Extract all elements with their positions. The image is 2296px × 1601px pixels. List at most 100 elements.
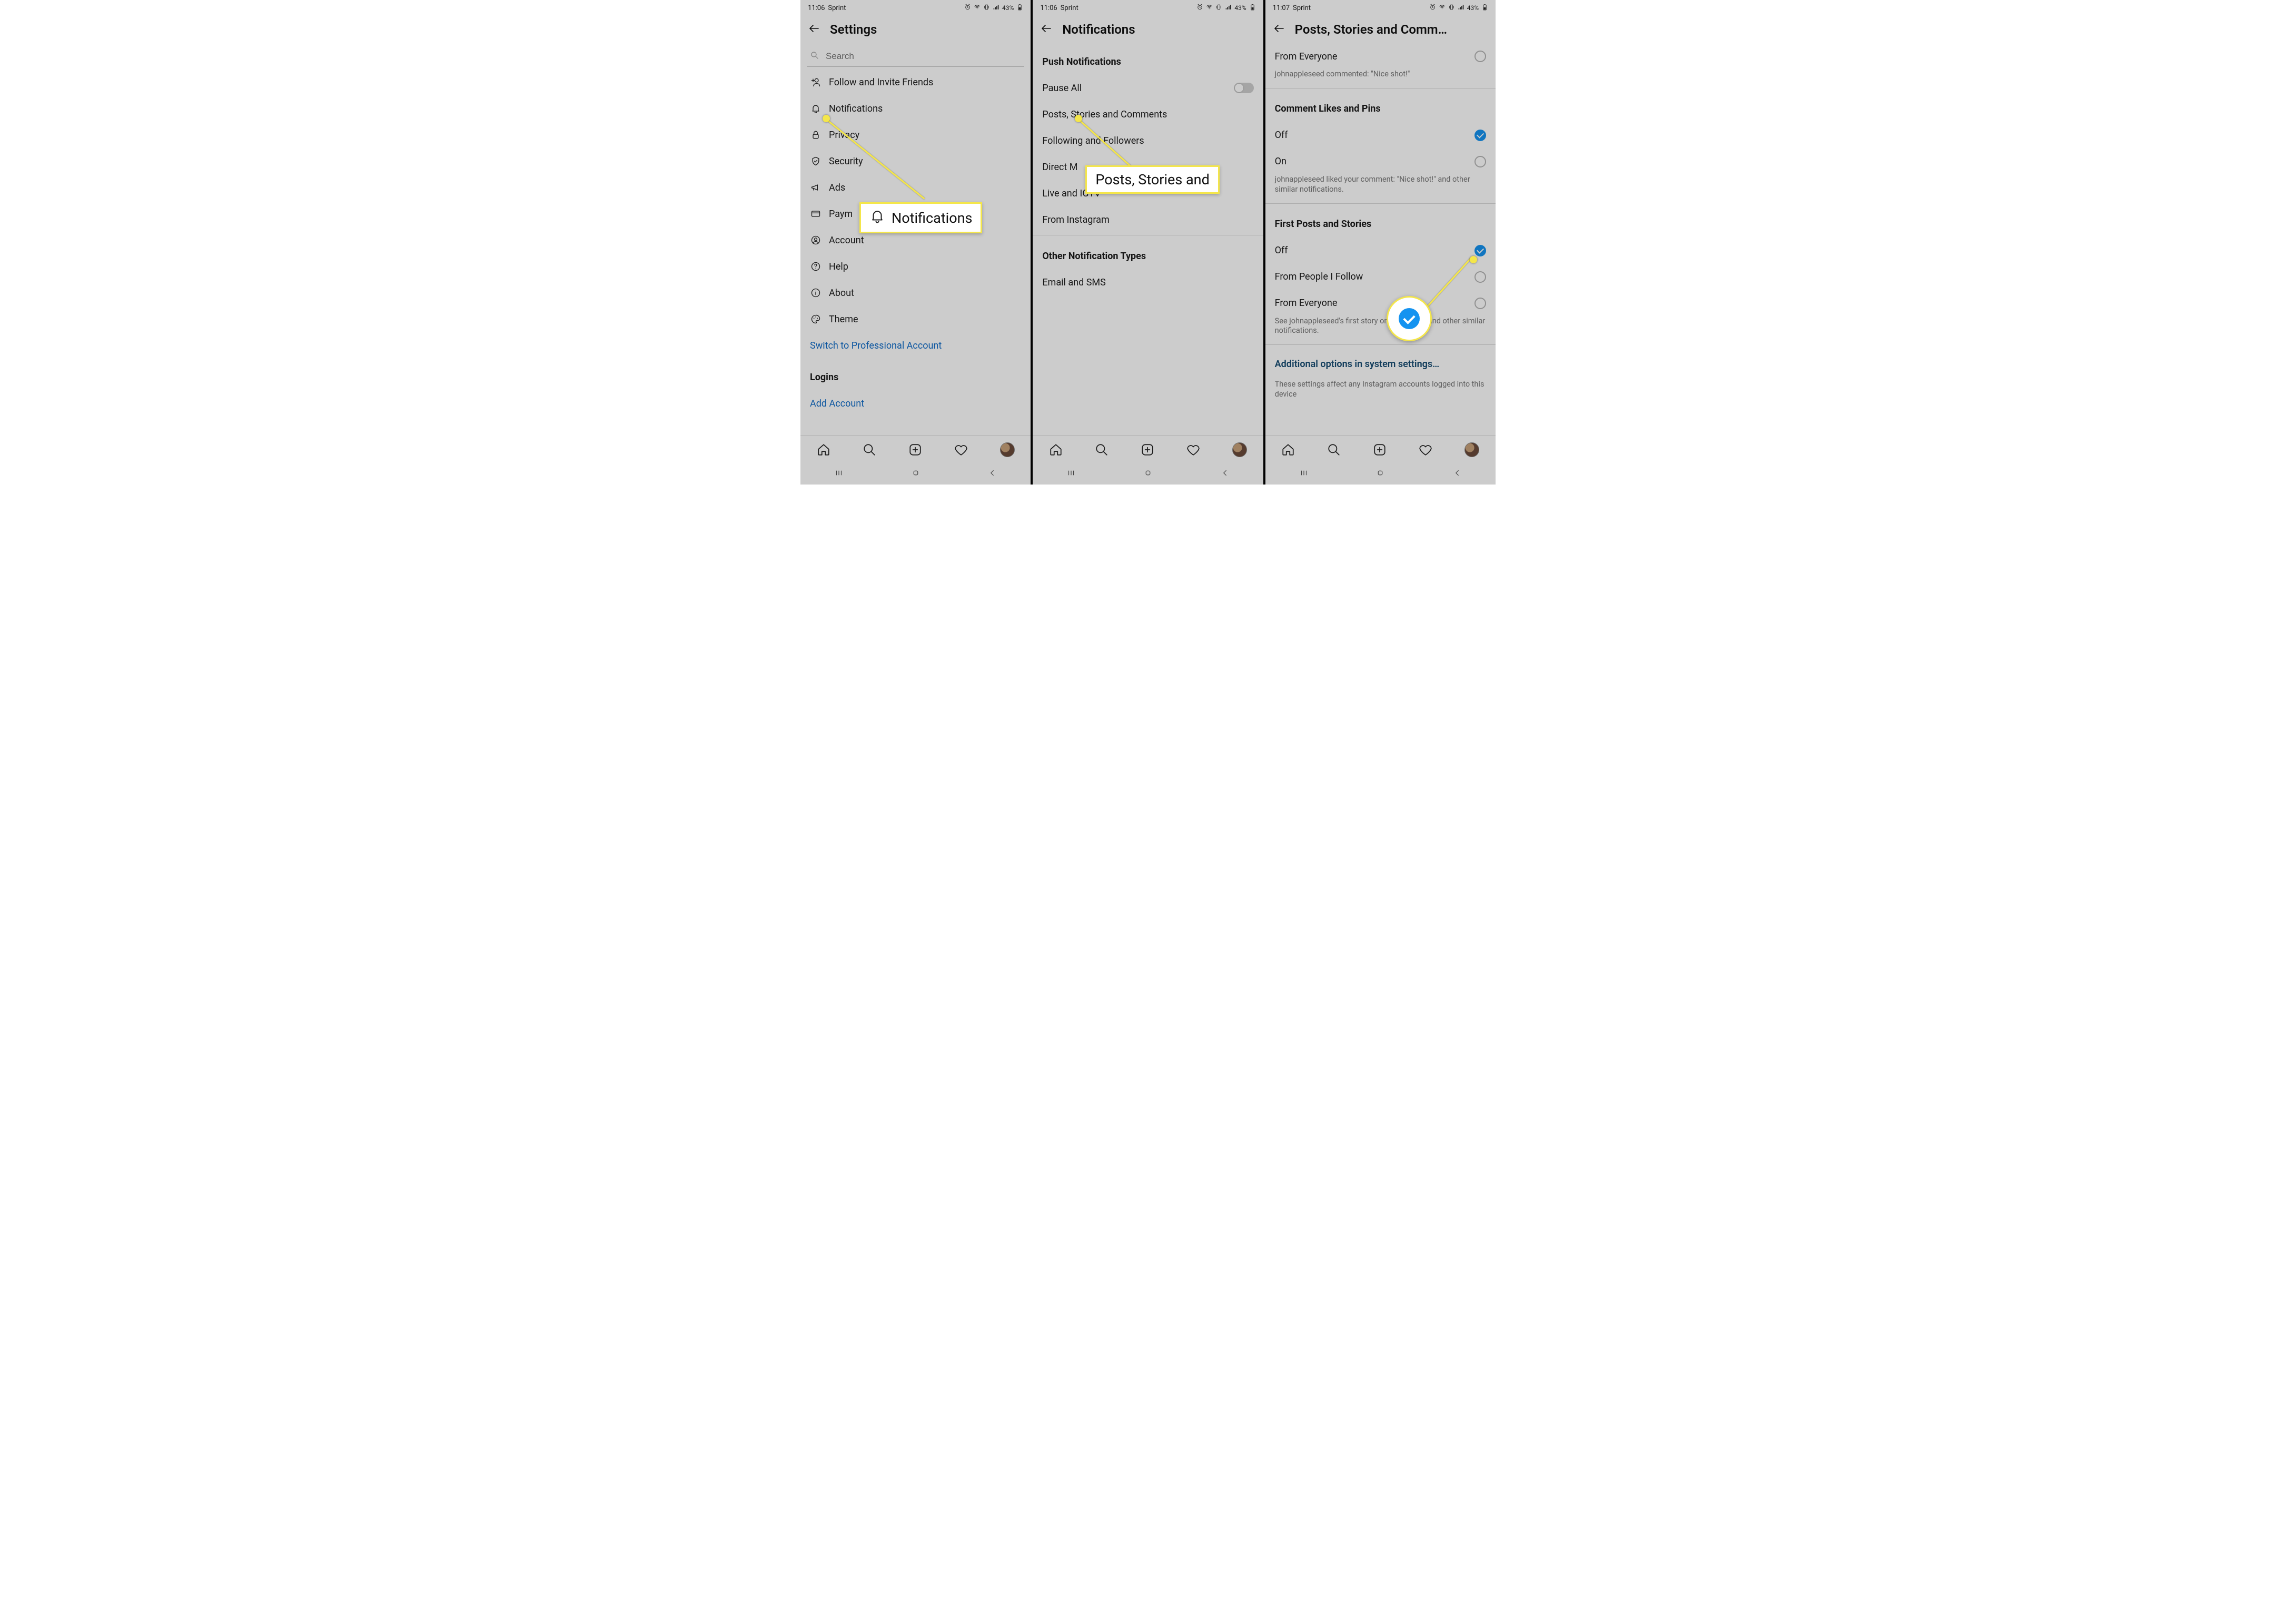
vibrate-icon <box>983 4 990 12</box>
nav-home-icon[interactable] <box>911 468 921 480</box>
nav-recents-icon[interactable] <box>1299 468 1309 480</box>
example-first-story: See johnappleseed's first story on Insta… <box>1265 317 1496 343</box>
switch-professional-link[interactable]: Switch to Professional Account <box>800 332 1031 359</box>
status-time: 11:06 <box>808 4 825 12</box>
example-comment: johnappleseed commented: "Nice shot!" <box>1265 70 1496 86</box>
card-icon <box>810 209 822 219</box>
tab-home-icon[interactable] <box>1281 443 1295 457</box>
page-title: Posts, Stories and Comm… <box>1295 22 1447 37</box>
settings-item-account[interactable]: Account <box>800 227 1031 253</box>
screen-1-settings: 11:06 Sprint 43% Settings <box>800 0 1031 485</box>
lock-icon <box>810 130 822 140</box>
radio-unchecked[interactable] <box>1474 298 1486 309</box>
nav-recents-icon[interactable] <box>1066 468 1076 480</box>
option-from-everyone-top[interactable]: From Everyone <box>1265 43 1496 70</box>
tab-home-icon[interactable] <box>1049 443 1063 457</box>
settings-item-notifications[interactable]: Notifications <box>800 95 1031 122</box>
nav-back-icon[interactable] <box>1452 468 1462 480</box>
settings-item-follow[interactable]: Follow and Invite Friends <box>800 69 1031 95</box>
tab-profile-avatar[interactable] <box>1464 442 1479 457</box>
search-input[interactable] <box>807 46 1024 67</box>
posts-stories-comments-row[interactable]: Posts, Stories and Comments <box>1033 101 1263 127</box>
back-icon[interactable] <box>808 22 820 37</box>
tab-search-icon[interactable] <box>1327 443 1341 457</box>
from-instagram-row[interactable]: From Instagram <box>1033 206 1263 233</box>
row-label: Email and SMS <box>1042 277 1105 288</box>
posts-stories-scroll[interactable]: From Everyone johnappleseed commented: "… <box>1265 43 1496 436</box>
pause-all-toggle[interactable] <box>1234 83 1254 93</box>
tab-activity-icon[interactable] <box>1419 443 1432 457</box>
tab-new-post-icon[interactable] <box>908 443 922 457</box>
settings-item-theme[interactable]: Theme <box>800 306 1031 332</box>
radio-checked[interactable] <box>1474 130 1486 141</box>
battery-text: 43% <box>1234 4 1246 12</box>
search-field[interactable] <box>825 51 1021 62</box>
row-label: Direct M <box>1042 162 1077 173</box>
wifi-icon <box>974 4 981 12</box>
alarm-icon <box>1196 4 1203 12</box>
back-icon[interactable] <box>1273 22 1285 37</box>
tab-new-post-icon[interactable] <box>1141 443 1154 457</box>
screen-3-posts-stories: 11:07 Sprint 43% Posts, Stories and Comm… <box>1263 0 1496 485</box>
tab-activity-icon[interactable] <box>954 443 968 457</box>
notifications-scroll[interactable]: Push Notifications Pause All Posts, Stor… <box>1033 43 1263 436</box>
tab-profile-avatar[interactable] <box>1000 442 1015 457</box>
person-icon <box>810 235 822 245</box>
additional-options-link[interactable]: Additional options in system settings… <box>1265 347 1496 380</box>
settings-item-help[interactable]: Help <box>800 253 1031 280</box>
nav-home-icon[interactable] <box>1143 468 1153 480</box>
radio-checked[interactable] <box>1474 245 1486 256</box>
option-clp-off[interactable]: Off <box>1265 122 1496 149</box>
tab-home-icon[interactable] <box>817 443 830 457</box>
example-like: johnappleseed liked your comment: "Nice … <box>1265 175 1496 201</box>
direct-messages-row[interactable]: Direct M <box>1033 154 1263 180</box>
row-label: From People I Follow <box>1275 271 1363 282</box>
option-clp-on[interactable]: On <box>1265 149 1496 175</box>
status-carrier: Sprint <box>828 4 846 12</box>
tab-profile-avatar[interactable] <box>1232 442 1247 457</box>
wifi-icon <box>1206 4 1213 12</box>
vibrate-icon <box>1215 4 1222 12</box>
bell-icon <box>810 103 822 114</box>
push-notifications-header: Push Notifications <box>1033 43 1263 75</box>
row-label: Follow and Invite Friends <box>829 77 933 88</box>
status-bar: 11:07 Sprint 43% <box>1265 0 1496 16</box>
screen-2-notifications: 11:06 Sprint 43% Notifications Push Noti… <box>1031 0 1263 485</box>
following-followers-row[interactable]: Following and Followers <box>1033 127 1263 154</box>
nav-back-icon[interactable] <box>987 468 997 480</box>
callout-dot <box>823 115 830 122</box>
callout-dot <box>1470 256 1477 263</box>
settings-item-ads[interactable]: Ads <box>800 174 1031 201</box>
settings-item-payments[interactable]: Paym <box>800 201 1031 227</box>
row-label: From Everyone <box>1275 51 1338 62</box>
radio-unchecked[interactable] <box>1474 51 1486 62</box>
tab-new-post-icon[interactable] <box>1373 443 1387 457</box>
settings-item-security[interactable]: Security <box>800 148 1031 174</box>
nav-back-icon[interactable] <box>1220 468 1230 480</box>
nav-home-icon[interactable] <box>1375 468 1385 480</box>
nav-recents-icon[interactable] <box>834 468 844 480</box>
tab-search-icon[interactable] <box>1095 443 1109 457</box>
settings-scroll[interactable]: Follow and Invite Friends Notifications … <box>800 43 1031 436</box>
row-label: Other Notification Types <box>1042 251 1146 262</box>
tab-activity-icon[interactable] <box>1186 443 1200 457</box>
app-header: Notifications <box>1033 16 1263 44</box>
back-icon[interactable] <box>1040 22 1053 37</box>
info-icon <box>810 288 822 298</box>
vibrate-icon <box>1448 4 1455 12</box>
radio-unchecked[interactable] <box>1474 156 1486 167</box>
email-sms-row[interactable]: Email and SMS <box>1033 269 1263 295</box>
row-label: From Everyone <box>1275 298 1338 309</box>
option-fps-off[interactable]: Off <box>1265 238 1496 264</box>
live-igtv-row[interactable]: Live and IGTV <box>1033 180 1263 206</box>
android-navbar <box>800 463 1031 485</box>
pause-all-row[interactable]: Pause All <box>1033 75 1263 101</box>
status-carrier: Sprint <box>1293 4 1311 12</box>
tab-search-icon[interactable] <box>863 443 876 457</box>
bottom-tabbar <box>1033 436 1263 463</box>
add-account-link[interactable]: Add Account <box>800 390 1031 417</box>
option-fps-everyone[interactable]: From Everyone <box>1265 290 1496 317</box>
row-label: About <box>829 288 854 299</box>
radio-unchecked[interactable] <box>1474 271 1486 283</box>
settings-item-about[interactable]: About <box>800 280 1031 306</box>
